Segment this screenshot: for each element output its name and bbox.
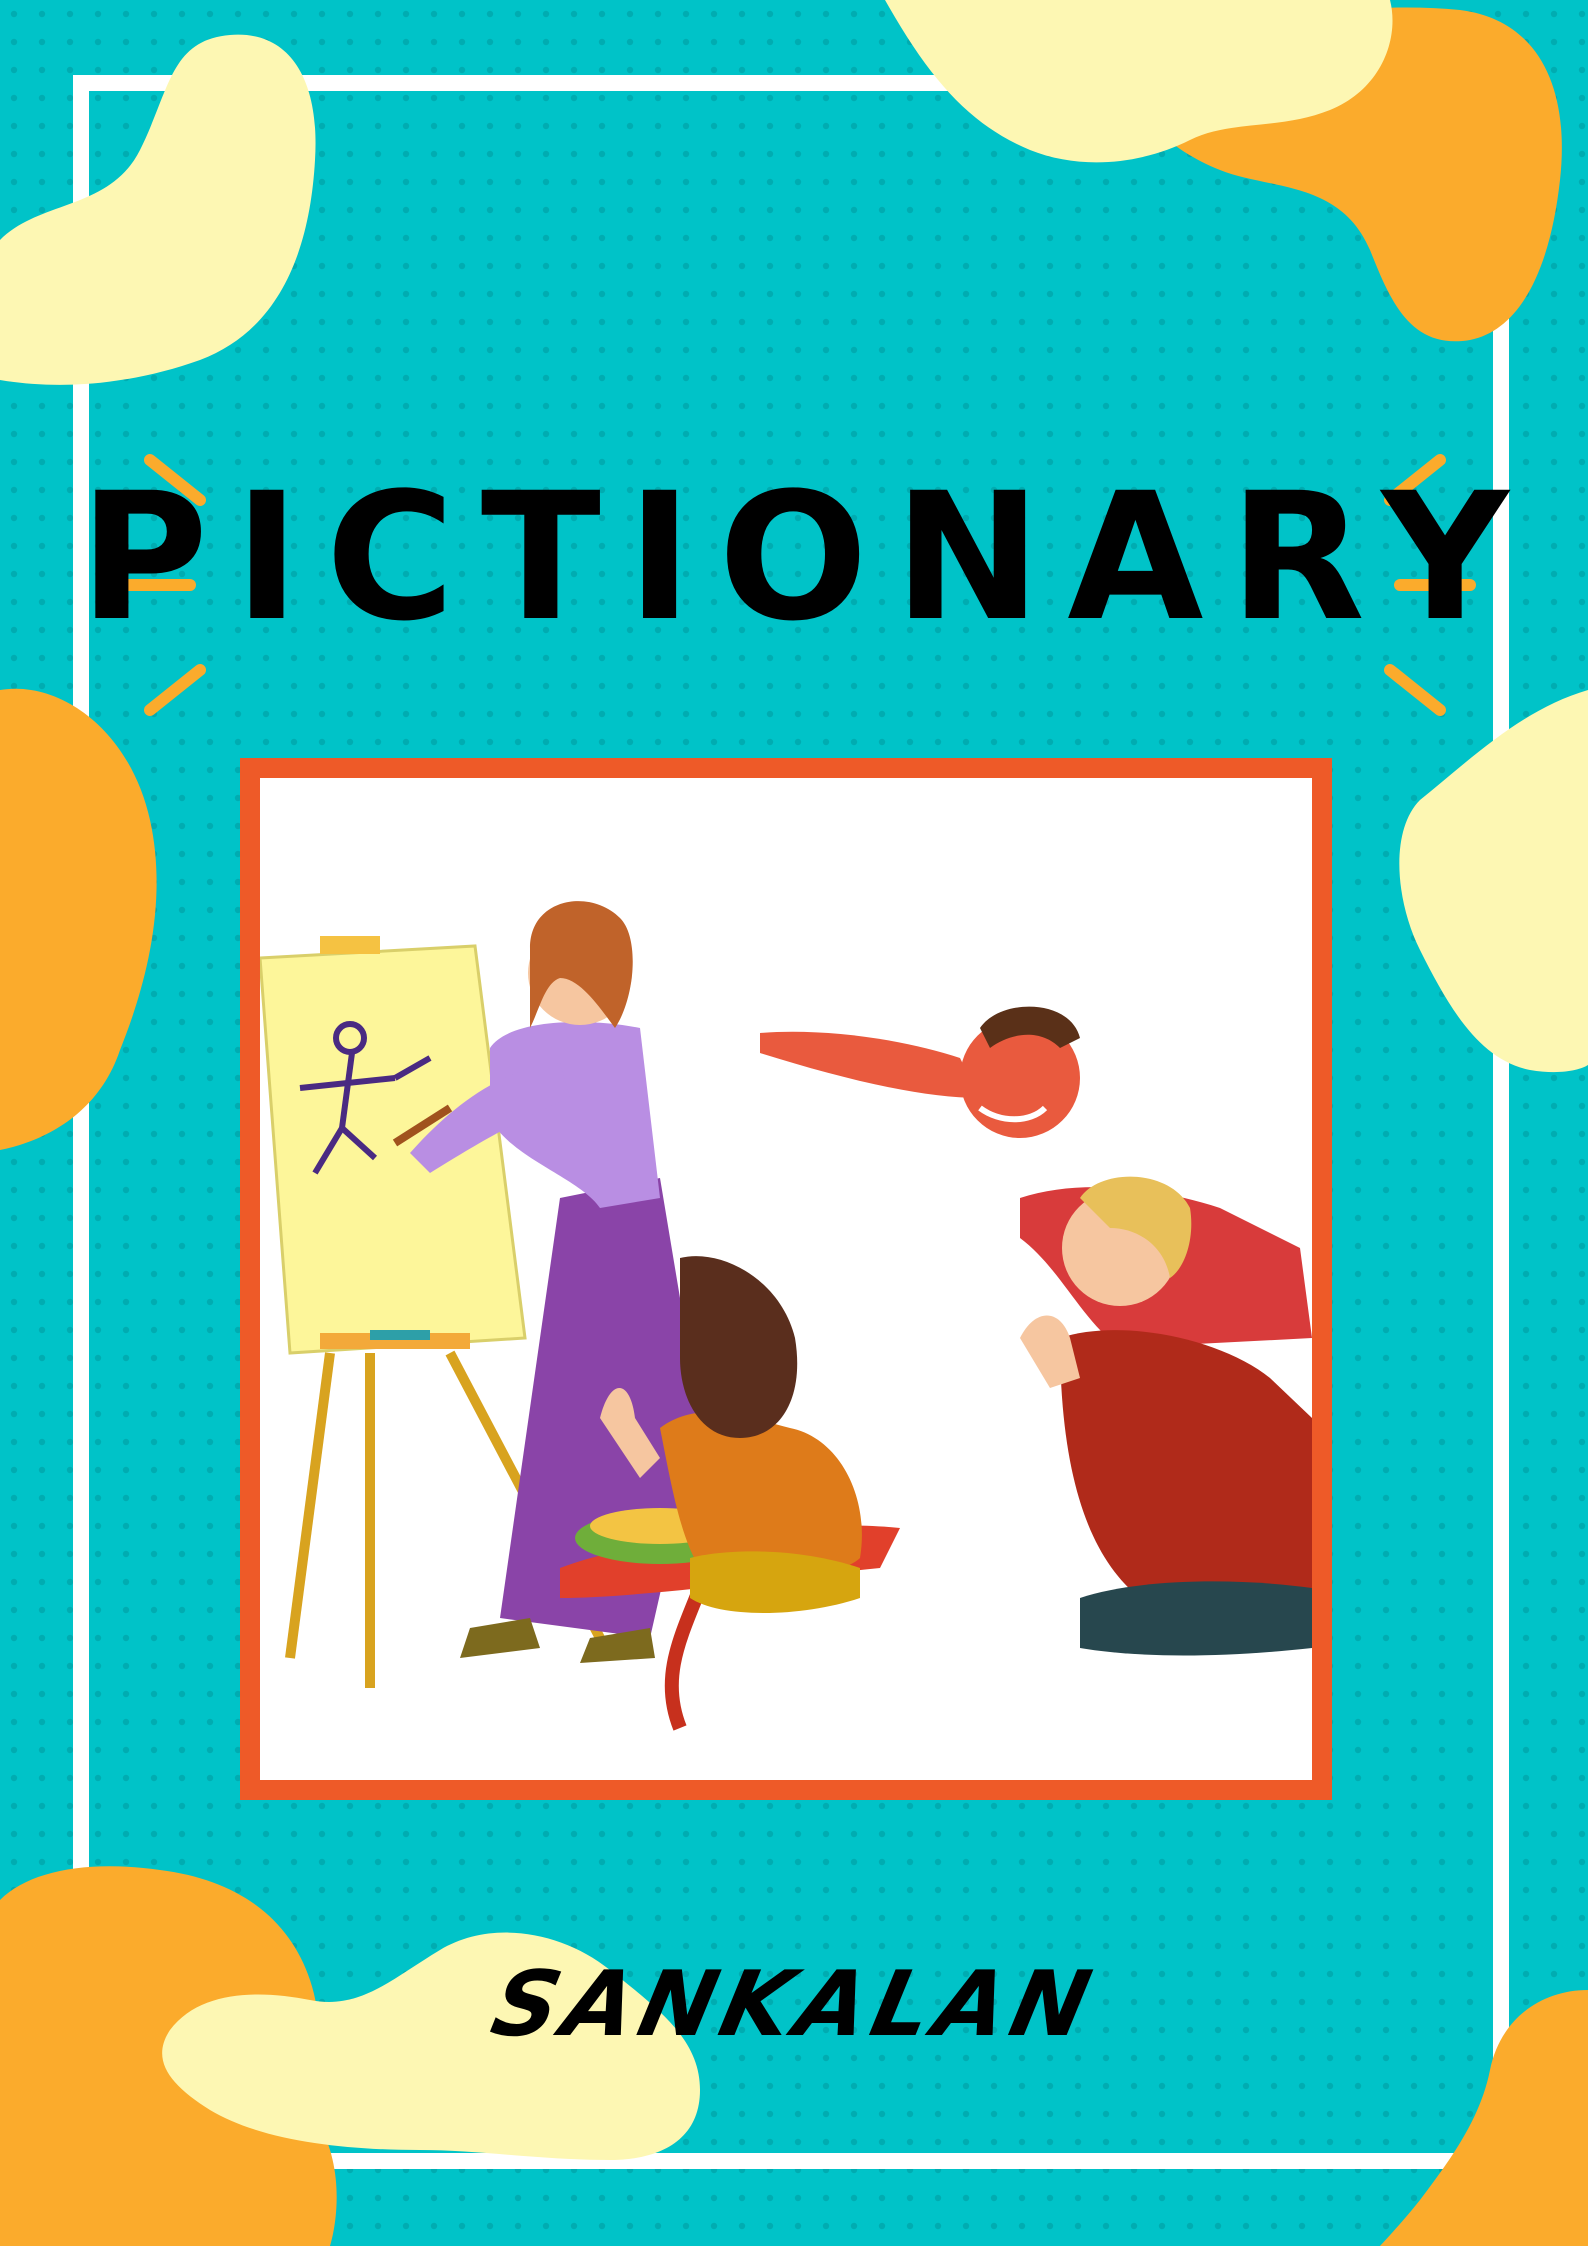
- people-playing-pictionary-icon: [260, 901, 1312, 1731]
- pointing-man-figure: [760, 1006, 1312, 1348]
- poster-title: PICTIONARY: [79, 455, 1535, 660]
- poster: PICTIONARY SANKALAN: [0, 0, 1588, 2246]
- brand-logo-text: SANKALAN: [483, 1952, 1106, 2057]
- illustration-frame: [240, 758, 1332, 1800]
